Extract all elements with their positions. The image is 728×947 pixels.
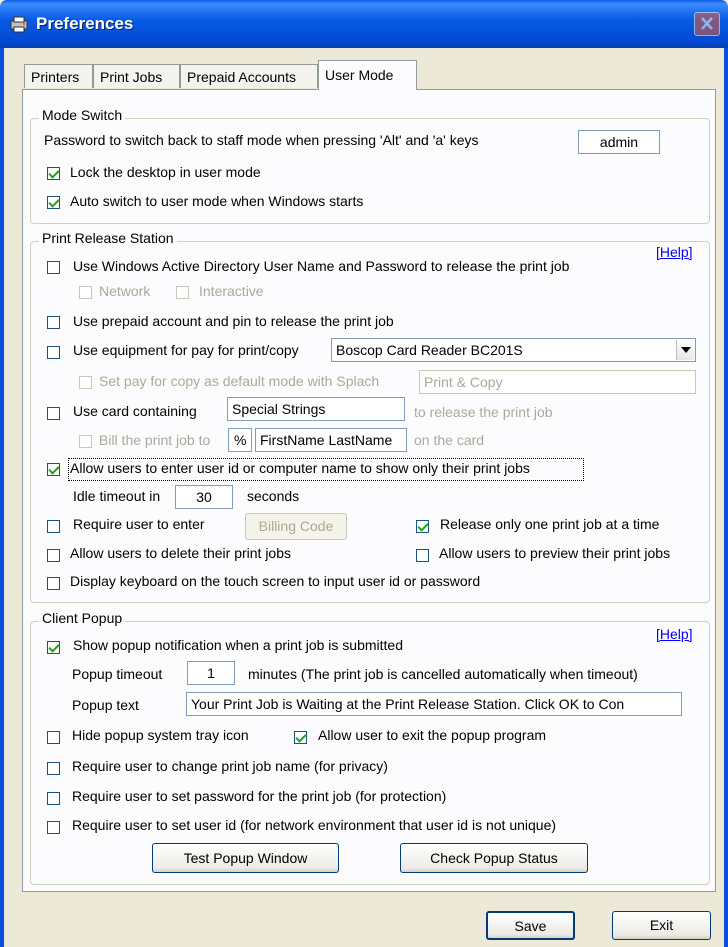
require-enter-label: Require user to enter [73,516,205,532]
lock-desktop-checkbox[interactable] [47,167,60,180]
staff-password-input[interactable]: admin [578,130,660,154]
popup-text-label: Popup text [72,697,139,713]
popup-timeout-suffix: minutes (The print job is cancelled auto… [248,666,638,682]
change-name-checkbox[interactable] [47,762,60,775]
allow-preview-checkbox[interactable] [416,549,429,562]
hide-tray-checkbox[interactable] [47,731,60,744]
exit-button[interactable]: Exit [612,911,711,940]
set-userid-label: Require user to set user id (for network… [72,817,557,833]
use-card-label: Use card containing [73,403,197,419]
bill-to-checkbox[interactable] [79,435,92,448]
allow-preview-label: Allow users to preview their print jobs [439,545,671,561]
print-release-help-link[interactable]: [Help] [656,244,693,260]
use-prepaid-label: Use prepaid account and pin to release t… [73,313,394,329]
allow-exit-label: Allow user to exit the popup program [318,727,547,743]
popup-text-input[interactable]: Your Print Job is Waiting at the Print R… [186,692,682,716]
equipment-select-value: Boscop Card Reader BC201S [336,342,523,358]
popup-timeout-input[interactable]: 1 [187,661,235,685]
client-popup-help-link[interactable]: [Help] [656,626,693,642]
network-label: Network [99,283,151,299]
require-enter-checkbox[interactable] [47,520,60,533]
allow-exit-checkbox[interactable] [294,731,307,744]
card-string-input[interactable]: Special Strings [227,397,405,421]
idle-timeout-label: Idle timeout in [73,488,161,504]
auto-switch-label: Auto switch to user mode when Windows st… [70,193,364,209]
use-equipment-checkbox[interactable] [47,346,60,359]
hide-tray-label: Hide popup system tray icon [72,727,249,743]
interactive-label: Interactive [199,283,264,299]
bill-field-input[interactable]: FirstName LastName [255,428,407,452]
allow-userid-checkbox[interactable] [47,463,60,476]
billing-code-button[interactable]: Billing Code [245,513,347,540]
tab-user-mode[interactable]: User Mode [318,60,417,90]
allow-userid-label: Allow users to enter user id or computer… [70,460,530,476]
close-button[interactable] [694,12,720,36]
bill-suffix-label: on the card [414,432,485,448]
set-password-checkbox[interactable] [47,792,60,805]
password-label: Password to switch back to staff mode wh… [44,132,479,148]
auto-switch-checkbox[interactable] [47,196,60,209]
equipment-select[interactable]: Boscop Card Reader BC201S [331,338,696,362]
bill-to-label: Bill the print job to [99,432,211,448]
card-suffix-label: to release the print job [414,404,553,420]
release-one-label: Release only one print job at a time [440,516,660,532]
test-popup-button[interactable]: Test Popup Window [152,843,339,873]
check-popup-status-button[interactable]: Check Popup Status [400,843,588,873]
set-pay-copy-checkbox[interactable] [79,376,92,389]
print-release-label: Print Release Station [39,230,177,246]
client-popup-group [30,621,710,885]
set-password-label: Require user to set password for the pri… [72,788,447,804]
tab-prepaid-accounts[interactable]: Prepaid Accounts [180,64,318,88]
network-checkbox[interactable] [79,286,92,299]
popup-timeout-label: Popup timeout [72,666,163,682]
interactive-checkbox[interactable] [176,286,189,299]
idle-unit-label: seconds [247,488,300,504]
use-ad-checkbox[interactable] [47,261,60,274]
save-button[interactable]: Save [486,911,575,940]
pay-copy-input[interactable]: Print & Copy [419,370,696,394]
window-frame-right [724,48,728,947]
use-prepaid-checkbox[interactable] [47,316,60,329]
show-popup-checkbox[interactable] [47,641,60,654]
mode-switch-label: Mode Switch [39,107,126,123]
display-keyboard-checkbox[interactable] [47,577,60,590]
idle-timeout-input[interactable]: 30 [175,485,233,509]
use-equipment-label: Use equipment for pay for print/copy [73,342,299,358]
allow-delete-checkbox[interactable] [47,549,60,562]
set-userid-checkbox[interactable] [47,821,60,834]
use-ad-label: Use Windows Active Directory User Name a… [73,258,570,274]
close-icon [701,17,713,30]
window-frame-left [0,48,4,947]
chevron-down-icon[interactable] [676,340,694,360]
client-popup-label: Client Popup [39,610,126,626]
use-card-checkbox[interactable] [47,407,60,420]
allow-delete-label: Allow users to delete their print jobs [70,545,291,561]
show-popup-label: Show popup notification when a print job… [73,637,403,653]
tab-printers[interactable]: Printers [24,64,93,88]
window-title: Preferences [36,14,134,33]
lock-desktop-label: Lock the desktop in user mode [70,164,261,180]
change-name-label: Require user to change print job name (f… [72,758,388,774]
display-keyboard-label: Display keyboard on the touch screen to … [70,573,481,589]
release-one-checkbox[interactable] [416,520,429,533]
app-icon [10,16,28,33]
tab-print-jobs[interactable]: Print Jobs [93,64,180,88]
set-pay-copy-label: Set pay for copy as default mode with Sp… [99,373,380,389]
bill-prefix-input[interactable]: % [228,428,252,452]
